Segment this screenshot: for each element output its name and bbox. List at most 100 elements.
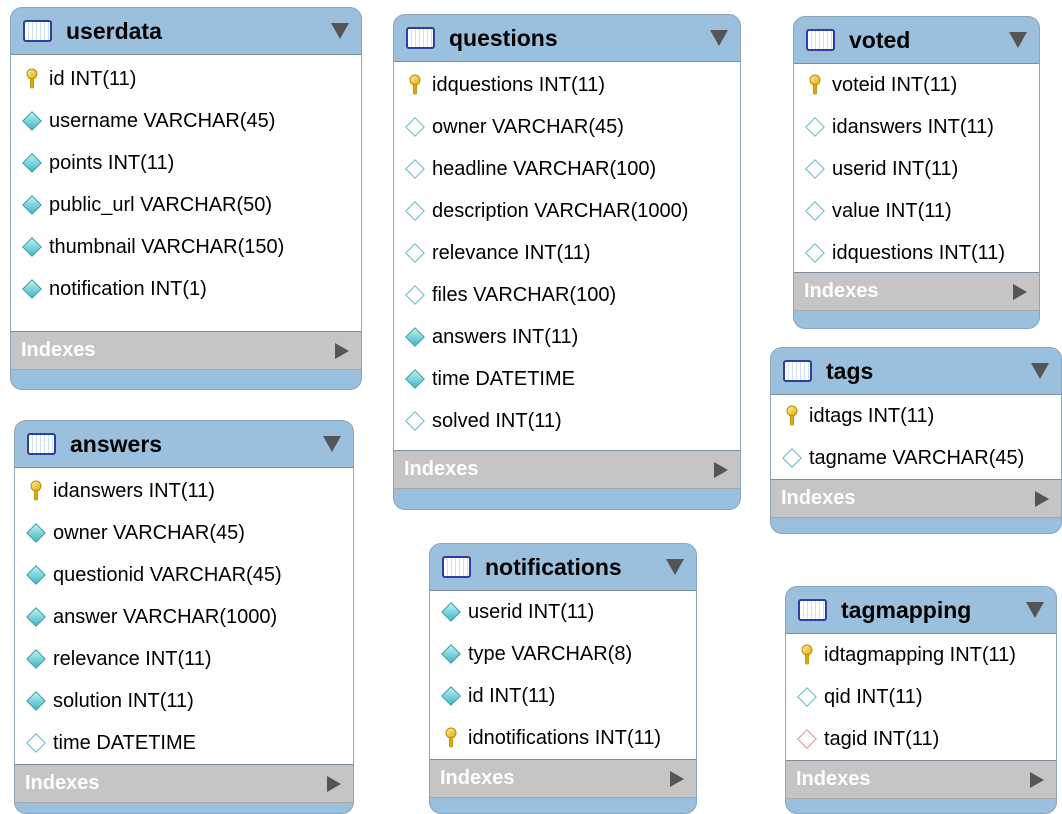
indexes-bar[interactable]: Indexes: [771, 480, 1061, 518]
collapse-caret-icon[interactable]: [323, 436, 341, 452]
column-label: files VARCHAR(100): [432, 283, 617, 306]
indexes-bar[interactable]: Indexes: [394, 451, 740, 489]
column-row[interactable]: username VARCHAR(45): [11, 100, 361, 142]
indexes-bar[interactable]: Indexes: [786, 761, 1056, 799]
column-row[interactable]: idquestions INT(11): [394, 64, 740, 106]
red-diamond-icon: [796, 728, 818, 750]
collapse-caret-icon[interactable]: [1009, 32, 1027, 48]
column-label: idnotifications INT(11): [468, 726, 662, 749]
column-row[interactable]: notification INT(1): [11, 268, 361, 310]
filled-diamond-icon: [404, 368, 426, 390]
column-row[interactable]: answers INT(11): [394, 316, 740, 358]
column-list: id INT(11) username VARCHAR(45) points INT…: [11, 54, 361, 332]
table-header[interactable]: tagmapping: [786, 587, 1056, 633]
column-row[interactable]: relevance INT(11): [394, 232, 740, 274]
filled-diamond-icon: [21, 110, 43, 132]
column-row[interactable]: id INT(11): [11, 58, 361, 100]
collapse-caret-icon[interactable]: [1026, 602, 1044, 618]
column-row[interactable]: type VARCHAR(8): [430, 633, 696, 675]
column-label: time DATETIME: [53, 731, 196, 754]
column-row[interactable]: qid INT(11): [786, 676, 1056, 718]
collapse-caret-icon[interactable]: [710, 30, 728, 46]
column-row[interactable]: value INT(11): [794, 190, 1039, 232]
column-row[interactable]: idtagmapping INT(11): [786, 634, 1056, 676]
filled-diamond-icon: [25, 522, 47, 544]
column-row[interactable]: idquestions INT(11): [794, 232, 1039, 274]
column-row[interactable]: idanswers INT(11): [15, 470, 353, 512]
hollow-diamond-icon: [796, 686, 818, 708]
column-row[interactable]: tagid INT(11): [786, 718, 1056, 760]
table-header[interactable]: voted: [794, 17, 1039, 63]
indexes-bar[interactable]: Indexes: [15, 765, 353, 803]
column-label: id INT(11): [468, 684, 556, 707]
column-label: time DATETIME: [432, 367, 575, 390]
column-row[interactable]: points INT(11): [11, 142, 361, 184]
column-row[interactable]: files VARCHAR(100): [394, 274, 740, 316]
filled-diamond-icon: [440, 643, 462, 665]
column-row[interactable]: relevance INT(11): [15, 638, 353, 680]
table-voted[interactable]: voted voteid INT(11) idanswers INT(11) use…: [793, 16, 1040, 329]
table-icon: [798, 599, 827, 621]
hollow-diamond-icon: [404, 158, 426, 180]
table-header[interactable]: userdata: [11, 8, 361, 54]
indexes-bar[interactable]: Indexes: [430, 760, 696, 798]
table-header[interactable]: notifications: [430, 544, 696, 590]
column-row[interactable]: idtags INT(11): [771, 395, 1061, 437]
column-row[interactable]: public_url VARCHAR(50): [11, 184, 361, 226]
expand-arrow-icon[interactable]: [335, 342, 349, 359]
column-row[interactable]: time DATETIME: [394, 358, 740, 400]
table-userdata[interactable]: userdata id INT(11) username VARCHAR(45) p…: [10, 7, 362, 390]
indexes-label: Indexes: [440, 767, 515, 789]
column-row[interactable]: thumbnail VARCHAR(150): [11, 226, 361, 268]
column-label: relevance INT(11): [53, 647, 212, 670]
column-row[interactable]: idanswers INT(11): [794, 106, 1039, 148]
expand-arrow-icon[interactable]: [327, 775, 341, 792]
column-row[interactable]: description VARCHAR(1000): [394, 190, 740, 232]
hollow-diamond-icon: [804, 158, 826, 180]
column-row[interactable]: owner VARCHAR(45): [394, 106, 740, 148]
indexes-label: Indexes: [781, 487, 856, 509]
column-row[interactable]: tagname VARCHAR(45): [771, 437, 1061, 479]
column-row[interactable]: solved INT(11): [394, 400, 740, 442]
key-icon: [21, 68, 43, 90]
column-row[interactable]: questionid VARCHAR(45): [15, 554, 353, 596]
collapse-caret-icon[interactable]: [666, 559, 684, 575]
collapse-caret-icon[interactable]: [1031, 363, 1049, 379]
table-header[interactable]: questions: [394, 15, 740, 61]
column-row[interactable]: userid INT(11): [430, 591, 696, 633]
hollow-diamond-icon: [804, 116, 826, 138]
table-header[interactable]: answers: [15, 421, 353, 467]
filled-diamond-icon: [25, 564, 47, 586]
column-row[interactable]: id INT(11): [430, 675, 696, 717]
expand-arrow-icon[interactable]: [714, 461, 728, 478]
expand-arrow-icon[interactable]: [1030, 771, 1044, 788]
column-row[interactable]: solution INT(11): [15, 680, 353, 722]
table-tagmapping[interactable]: tagmapping idtagmapping INT(11) qid INT(1…: [785, 586, 1057, 814]
column-row[interactable]: headline VARCHAR(100): [394, 148, 740, 190]
column-row[interactable]: owner VARCHAR(45): [15, 512, 353, 554]
table-tags[interactable]: tags idtags INT(11) tagname VARCHAR(45) I…: [770, 347, 1062, 534]
table-questions[interactable]: questions idquestions INT(11) owner VARCH…: [393, 14, 741, 510]
column-list: idtags INT(11) tagname VARCHAR(45): [771, 394, 1061, 480]
collapse-caret-icon[interactable]: [331, 23, 349, 39]
expand-arrow-icon[interactable]: [1013, 283, 1027, 300]
table-icon: [783, 360, 812, 382]
table-notifications[interactable]: notifications userid INT(11) type VARCHAR…: [429, 543, 697, 814]
column-label: description VARCHAR(1000): [432, 199, 689, 222]
indexes-bar[interactable]: Indexes: [11, 332, 361, 370]
column-label: qid INT(11): [824, 685, 923, 708]
indexes-label: Indexes: [404, 458, 479, 480]
column-list: userid INT(11) type VARCHAR(8) id INT(11) i…: [430, 590, 696, 760]
column-row[interactable]: answer VARCHAR(1000): [15, 596, 353, 638]
column-row[interactable]: time DATETIME: [15, 722, 353, 764]
table-name: answers: [70, 430, 163, 457]
expand-arrow-icon[interactable]: [1035, 490, 1049, 507]
column-row[interactable]: voteid INT(11): [794, 64, 1039, 106]
expand-arrow-icon[interactable]: [670, 770, 684, 787]
table-answers[interactable]: answers idanswers INT(11) owner VARCHAR(4…: [14, 420, 354, 814]
column-row[interactable]: idnotifications INT(11): [430, 717, 696, 759]
indexes-bar[interactable]: Indexes: [794, 273, 1039, 311]
indexes-label: Indexes: [21, 339, 96, 361]
table-header[interactable]: tags: [771, 348, 1061, 394]
column-row[interactable]: userid INT(11): [794, 148, 1039, 190]
